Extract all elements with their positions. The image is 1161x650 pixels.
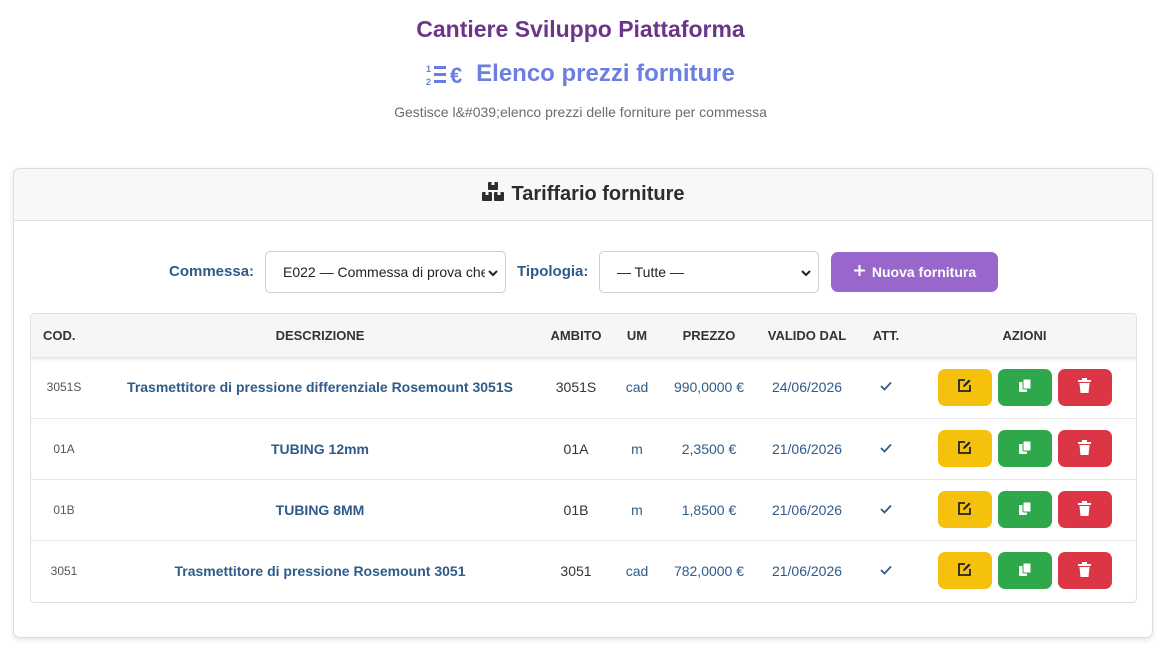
copy-button[interactable] <box>998 430 1052 467</box>
delete-button[interactable] <box>1058 430 1112 467</box>
header-um[interactable]: UM <box>609 314 665 357</box>
site-title: Cantiere Sviluppo Piattaforma <box>0 16 1161 43</box>
delete-button[interactable] <box>1058 491 1112 528</box>
page-title: Elenco prezzi forniture <box>476 60 735 88</box>
svg-text:2: 2 <box>426 77 431 87</box>
header-valido-dal[interactable]: VALIDO DAL <box>753 314 861 357</box>
cell-azioni <box>911 418 1137 479</box>
copy-icon <box>1018 378 1032 396</box>
cell-valido-dal: 21/06/2026 <box>753 540 861 601</box>
cell-cod: 01B <box>31 479 97 540</box>
cell-um: m <box>609 418 665 479</box>
tipologia-label: Tipologia: <box>517 263 588 280</box>
cell-att <box>861 540 911 601</box>
boxes-icon <box>482 182 504 208</box>
table-row: 01A TUBING 12mm 01A m 2,3500 € 21/06/202… <box>31 418 1137 479</box>
cell-ambito: 3051 <box>543 540 609 601</box>
chevron-down-icon <box>800 266 812 282</box>
cell-cod: 3051S <box>31 357 97 418</box>
header-ambito[interactable]: AMBITO <box>543 314 609 357</box>
commessa-label: Commessa: <box>169 263 254 280</box>
copy-icon <box>1018 501 1032 519</box>
cell-prezzo: 2,3500 € <box>665 418 753 479</box>
cell-prezzo: 990,0000 € <box>665 357 753 418</box>
copy-button[interactable] <box>998 369 1052 406</box>
edit-button[interactable] <box>938 552 992 589</box>
cell-att <box>861 418 911 479</box>
edit-button[interactable] <box>938 369 992 406</box>
tariffario-card: Tariffario forniture Commessa: E022 — Co… <box>13 168 1153 638</box>
header-descrizione[interactable]: DESCRIZIONE <box>97 314 543 357</box>
table-row: 01B TUBING 8MM 01B m 1,8500 € 21/06/2026 <box>31 479 1137 540</box>
check-icon <box>879 563 893 579</box>
edit-button[interactable] <box>938 491 992 528</box>
edit-icon <box>957 501 972 519</box>
header-azioni: AZIONI <box>911 314 1137 357</box>
table-row: 3051 Trasmettitore di pressione Rosemoun… <box>31 540 1137 601</box>
new-fornitura-button[interactable]: Nuova fornitura <box>831 252 998 292</box>
header-cod[interactable]: COD. <box>31 314 97 357</box>
cell-att <box>861 479 911 540</box>
check-icon <box>879 441 893 457</box>
cell-ambito: 01B <box>543 479 609 540</box>
price-list-euro-icon: 1 2 € <box>426 61 470 87</box>
edit-icon <box>957 378 972 396</box>
copy-icon <box>1018 440 1032 458</box>
cell-prezzo: 782,0000 € <box>665 540 753 601</box>
tipologia-select-value: — Tutte — <box>617 264 684 280</box>
cell-azioni <box>911 357 1137 418</box>
cell-descrizione[interactable]: Trasmettitore di pressione differenziale… <box>97 357 543 418</box>
tipologia-select[interactable]: — Tutte — <box>599 251 819 293</box>
forniture-table: COD. DESCRIZIONE AMBITO UM PREZZO VALIDO… <box>30 313 1137 603</box>
trash-icon <box>1078 440 1091 458</box>
edit-icon <box>957 562 972 580</box>
cell-valido-dal: 24/06/2026 <box>753 357 861 418</box>
copy-button[interactable] <box>998 491 1052 528</box>
copy-icon <box>1018 562 1032 580</box>
edit-icon <box>957 440 972 458</box>
cell-um: cad <box>609 540 665 601</box>
trash-icon <box>1078 562 1091 580</box>
cell-ambito: 01A <box>543 418 609 479</box>
table-row: 3051S Trasmettitore di pressione differe… <box>31 357 1137 418</box>
delete-button[interactable] <box>1058 369 1112 406</box>
svg-text:1: 1 <box>426 64 431 74</box>
check-icon <box>879 379 893 395</box>
cell-descrizione[interactable]: Trasmettitore di pressione Rosemount 305… <box>97 540 543 601</box>
chevron-down-icon <box>485 266 499 282</box>
cell-azioni <box>911 479 1137 540</box>
delete-button[interactable] <box>1058 552 1112 589</box>
table-header-row: COD. DESCRIZIONE AMBITO UM PREZZO VALIDO… <box>31 314 1137 357</box>
svg-text:€: € <box>450 63 462 87</box>
card-header: Tariffario forniture <box>14 169 1152 221</box>
new-fornitura-label: Nuova fornitura <box>872 264 976 280</box>
commessa-select[interactable]: E022 — Commessa di prova che <box>265 251 506 293</box>
cell-descrizione[interactable]: TUBING 8MM <box>97 479 543 540</box>
cell-azioni <box>911 540 1137 601</box>
cell-att <box>861 357 911 418</box>
commessa-select-value: E022 — Commessa di prova che <box>283 264 488 280</box>
cell-descrizione[interactable]: TUBING 12mm <box>97 418 543 479</box>
page-title-row: 1 2 € Elenco prezzi forniture <box>0 60 1161 88</box>
cell-valido-dal: 21/06/2026 <box>753 479 861 540</box>
header-att[interactable]: ATT. <box>861 314 911 357</box>
check-icon <box>879 502 893 518</box>
plus-icon <box>853 264 866 280</box>
cell-um: m <box>609 479 665 540</box>
cell-cod: 3051 <box>31 540 97 601</box>
trash-icon <box>1078 378 1091 396</box>
cell-um: cad <box>609 357 665 418</box>
cell-cod: 01A <box>31 418 97 479</box>
cell-valido-dal: 21/06/2026 <box>753 418 861 479</box>
card-title: Tariffario forniture <box>512 183 685 206</box>
header-prezzo[interactable]: PREZZO <box>665 314 753 357</box>
cell-prezzo: 1,8500 € <box>665 479 753 540</box>
cell-ambito: 3051S <box>543 357 609 418</box>
filters-bar: Commessa: E022 — Commessa di prova che T… <box>14 251 1152 293</box>
page-subtitle: Gestisce l&#039;elenco prezzi delle forn… <box>0 104 1161 120</box>
trash-icon <box>1078 501 1091 519</box>
copy-button[interactable] <box>998 552 1052 589</box>
edit-button[interactable] <box>938 430 992 467</box>
